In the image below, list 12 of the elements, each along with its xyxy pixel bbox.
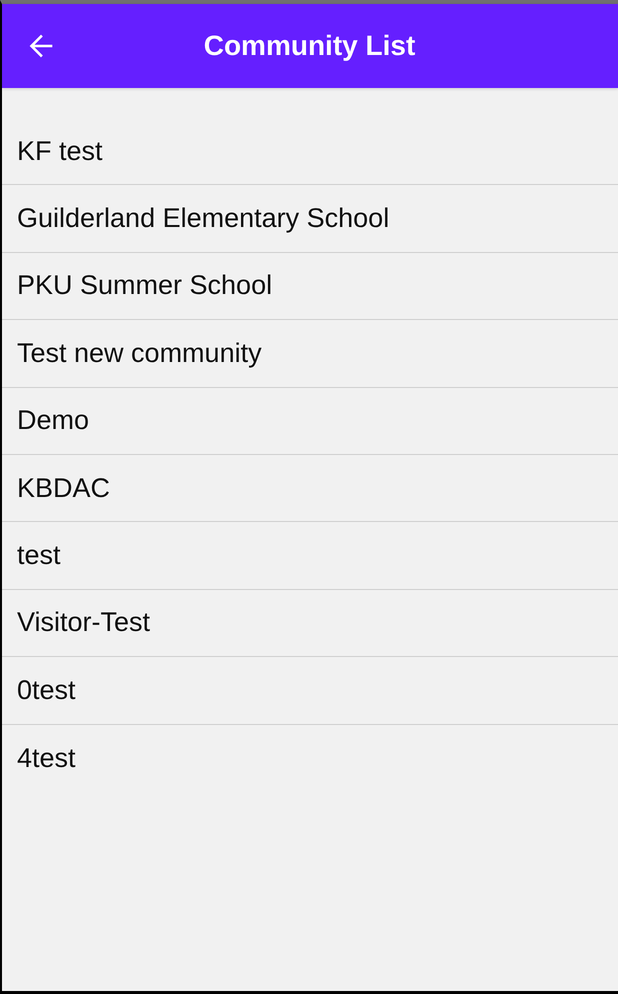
community-list-item[interactable]: Visitor-Test: [2, 590, 618, 658]
community-list-item[interactable]: KF test: [2, 118, 618, 186]
community-list-item[interactable]: 4test: [2, 724, 618, 792]
community-list-item[interactable]: KBDAC: [2, 454, 618, 522]
community-list-item[interactable]: PKU Summer School: [2, 252, 618, 320]
community-list-item[interactable]: 0test: [2, 657, 618, 725]
screen-title: Community List: [202, 30, 416, 62]
back-arrow-icon: [28, 34, 54, 58]
community-list-item[interactable]: test: [2, 522, 618, 590]
community-list-item[interactable]: Demo: [2, 388, 618, 455]
community-list-item[interactable]: Test new community: [2, 320, 618, 388]
community-list-item[interactable]: Guilderland Elementary School: [2, 185, 618, 253]
